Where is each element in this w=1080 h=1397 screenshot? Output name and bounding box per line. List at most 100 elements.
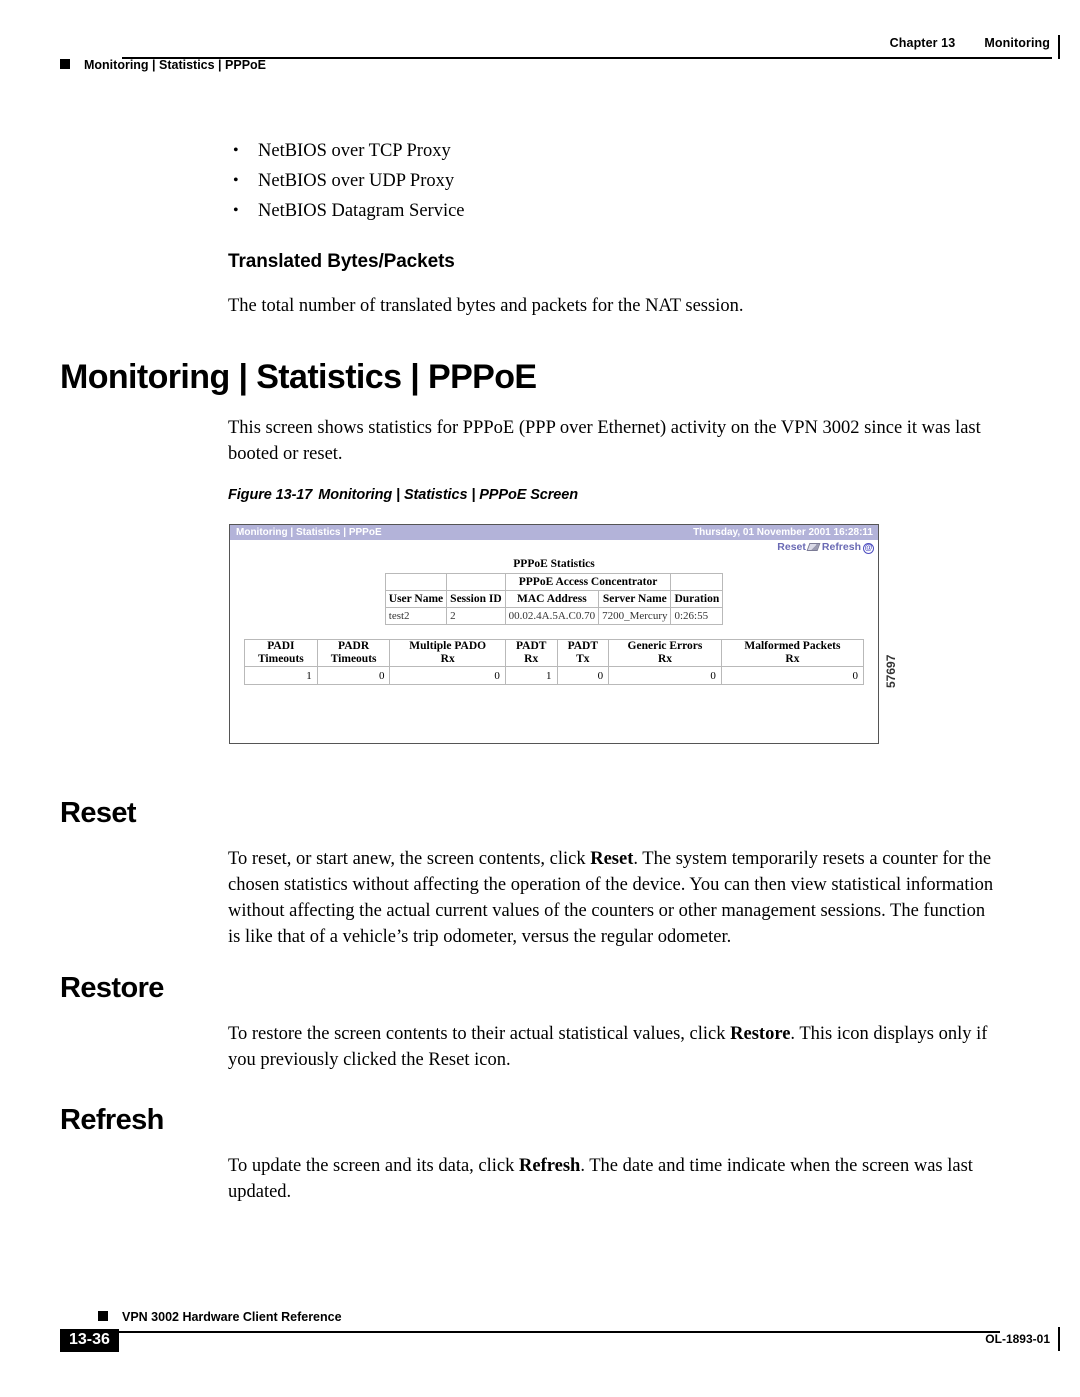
header-line-1: PADT [567, 640, 599, 652]
table-header-row: PADI Timeouts PADR Timeouts Multiple PAD… [244, 639, 865, 667]
restore-heading: Restore [60, 972, 164, 1004]
list-item: • NetBIOS Datagram Service [228, 196, 948, 226]
section-intro-paragraph: This screen shows statistics for PPPoE (… [228, 418, 981, 464]
footer-edge-tick [1057, 1327, 1060, 1351]
screen-timestamp: Thursday, 01 November 2001 16:28:11 [693, 527, 873, 538]
pppoe-session-table: PPPoE Access Concentrator User Name Sess… [384, 573, 724, 625]
header-line-2: Rx [524, 653, 539, 665]
at-refresh-icon[interactable]: @ [863, 543, 874, 554]
table-row: 1 0 0 1 0 0 0 [244, 666, 865, 685]
header-line-1: Malformed Packets [744, 640, 841, 652]
screen-breadcrumb: Monitoring | Statistics | PPPoE [236, 527, 382, 538]
group-header-access-concentrator: PPPoE Access Concentrator [504, 573, 672, 591]
header-line-2: Rx [657, 653, 672, 665]
reset-paragraph: To reset, or start anew, the screen cont… [228, 846, 996, 950]
reset-paragraph-pre: To reset, or start anew, the screen cont… [228, 849, 591, 869]
column-header-padt-rx: PADT Rx [504, 639, 558, 667]
list-item: • NetBIOS over TCP Proxy [228, 136, 948, 166]
column-header-generic-errors-rx: Generic Errors Rx [608, 639, 722, 667]
refresh-paragraph-pre: To update the screen and its data, click [228, 1156, 519, 1176]
column-header-padt-tx: PADT Tx [556, 639, 610, 667]
header-breadcrumb: Monitoring | Statistics | PPPoE [60, 58, 266, 72]
list-item-label: NetBIOS over UDP Proxy [258, 171, 455, 191]
cell-duration: 0:26:55 [670, 607, 724, 625]
cell-padr-timeouts: 0 [316, 666, 391, 685]
header-line-1: Multiple PADO [409, 640, 487, 652]
figure-caption-text: Monitoring | Statistics | PPPoE Screen [318, 487, 578, 503]
header-line-1: PADT [515, 640, 547, 652]
column-header-user-name: User Name [384, 590, 448, 608]
page-footer: VPN 3002 Hardware Client Reference 13-36… [0, 1300, 1080, 1380]
bullet-dot-icon: • [233, 202, 239, 219]
cell-server-name: 7200_Mercury [598, 607, 672, 625]
cell-mac-address: 00.02.4A.5A.C0.70 [504, 607, 600, 625]
header-chapter-number: Chapter 13 [889, 36, 956, 50]
footer-rule [100, 1331, 1000, 1333]
reset-paragraph-bold: Reset [590, 849, 634, 869]
table-row: test2 2 00.02.4A.5A.C0.70 7200_Mercury 0… [384, 607, 724, 625]
cell-padt-rx: 1 [504, 666, 558, 685]
restore-paragraph-bold: Restore [730, 1024, 791, 1044]
subsection-heading: Translated Bytes/Packets [228, 251, 455, 272]
column-header-server-name: Server Name [598, 590, 672, 608]
refresh-link[interactable]: Refresh [822, 541, 861, 553]
cell-multiple-pado-rx: 0 [389, 666, 506, 685]
pppoe-statistics-screenshot: Monitoring | Statistics | PPPoE Thursday… [229, 524, 879, 744]
header-line-2: Timeouts [330, 653, 377, 665]
footer-book-title: VPN 3002 Hardware Client Reference [98, 1310, 342, 1324]
header-line-1: PADI [267, 640, 295, 652]
footer-doc-number: OL-1893-01 [985, 1332, 1050, 1346]
screen-titlebar: Monitoring | Statistics | PPPoE Thursday… [230, 525, 878, 540]
header-chapter-title: Monitoring [984, 36, 1050, 50]
refresh-paragraph: To update the screen and its data, click… [228, 1153, 996, 1205]
pppoe-counter-table: PADI Timeouts PADR Timeouts Multiple PAD… [244, 639, 865, 685]
column-header-multiple-pado-rx: Multiple PADO Rx [389, 639, 506, 667]
square-bullet-icon [98, 1311, 108, 1321]
reset-heading: Reset [60, 797, 137, 829]
page-title: Monitoring | Statistics | PPPoE [60, 358, 537, 396]
cell-generic-errors-rx: 0 [608, 666, 722, 685]
refresh-paragraph-bold: Refresh [519, 1156, 581, 1176]
header-line-2: Timeouts [257, 653, 304, 665]
netbios-bullet-list: • NetBIOS over TCP Proxy • NetBIOS over … [228, 136, 948, 226]
column-header-padi-timeouts: PADI Timeouts [244, 639, 318, 667]
header-line-2: Rx [785, 653, 800, 665]
restore-paragraph-pre: To restore the screen contents to their … [228, 1024, 731, 1044]
bullet-dot-icon: • [233, 172, 239, 189]
table-header-row: User Name Session ID MAC Address Server … [384, 590, 724, 608]
header-line-1: Generic Errors [627, 640, 703, 652]
blank-cell [670, 573, 724, 591]
list-item-label: NetBIOS over TCP Proxy [258, 141, 451, 161]
header-chapter-info: Chapter 13 Monitoring [890, 36, 1050, 50]
header-line-1: PADR [338, 640, 370, 652]
column-header-duration: Duration [670, 590, 724, 608]
blank-cell [446, 573, 506, 591]
list-item-label: NetBIOS Datagram Service [258, 201, 465, 221]
cell-malformed-packets-rx: 0 [720, 666, 865, 685]
stats-table-title: PPPoE Statistics [513, 558, 595, 570]
header-line-2: Rx [440, 653, 455, 665]
eraser-icon[interactable] [806, 543, 821, 551]
figure-caption: Figure 13-17 Monitoring | Statistics | PP… [228, 487, 578, 503]
blank-cell [384, 573, 448, 591]
list-item: • NetBIOS over UDP Proxy [228, 166, 948, 196]
bullet-dot-icon: • [233, 142, 239, 159]
column-header-malformed-packets-rx: Malformed Packets Rx [720, 639, 865, 667]
refresh-heading: Refresh [60, 1104, 164, 1136]
square-bullet-icon [60, 59, 70, 69]
column-header-session-id: Session ID [446, 590, 506, 608]
page-number-badge: 13-36 [60, 1329, 119, 1352]
header-edge-tick [1057, 35, 1060, 59]
restore-paragraph: To restore the screen contents to their … [228, 1021, 996, 1073]
cell-user-name: test2 [384, 607, 448, 625]
page-header: Chapter 13 Monitoring Monitoring | Stati… [0, 0, 1080, 80]
reset-link[interactable]: Reset [777, 541, 806, 553]
table-group-header-row: PPPoE Access Concentrator [384, 573, 724, 591]
cell-padt-tx: 0 [556, 666, 610, 685]
cell-padi-timeouts: 1 [244, 666, 318, 685]
cell-session-id: 2 [446, 607, 506, 625]
figure-caption-label: Figure 13-17 [228, 487, 313, 503]
column-header-mac-address: MAC Address [504, 590, 600, 608]
screen-action-links: Reset Refresh @ [230, 540, 878, 554]
subsection-body: The total number of translated bytes and… [228, 296, 744, 316]
